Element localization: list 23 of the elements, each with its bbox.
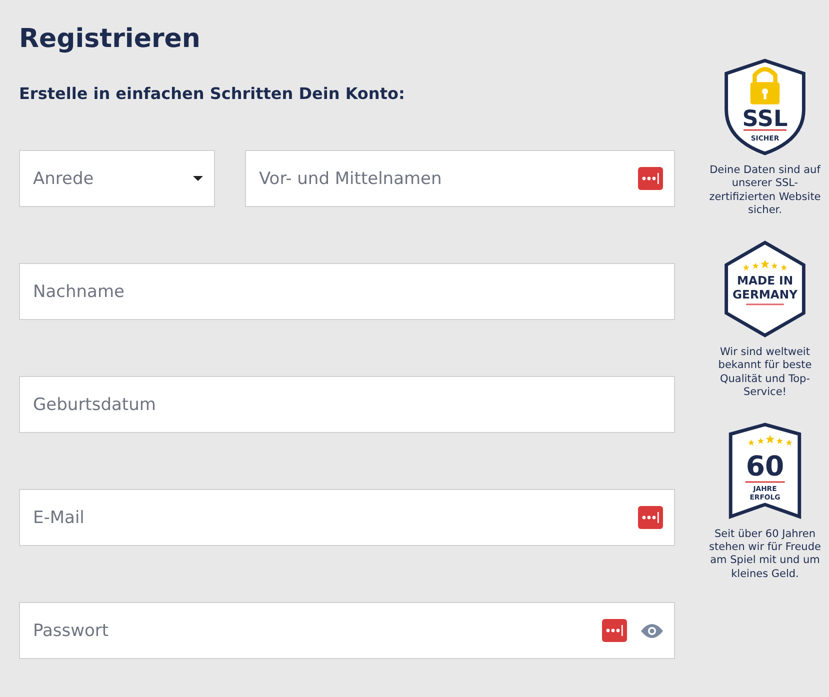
- subtitle: Erstelle in einfachen Schritten Dein Konto:: [19, 84, 406, 103]
- input-field[interactable]: Geburtsdatum: [19, 376, 675, 433]
- badge-caption: Seit über 60 Jahren stehen wir für Freude am Spiel mit und um kleines Geld.: [708, 528, 822, 582]
- caret-icon: [193, 176, 203, 181]
- input-field[interactable]: Passwort: [19, 602, 675, 659]
- eye-icon[interactable]: [641, 624, 663, 638]
- badge-label: GERMANY: [732, 287, 798, 302]
- badge-label: MADE IN: [736, 273, 794, 288]
- password-manager-icon[interactable]: [638, 167, 663, 190]
- badge-caption: Wir sind weltweit bekannt für beste Qualität und Top-Service!: [717, 346, 813, 400]
- page-title: Registrieren: [19, 24, 202, 54]
- input-field[interactable]: Vor- und Mittelnamen: [245, 150, 675, 207]
- password-manager-icon[interactable]: [602, 619, 627, 642]
- password-manager-icon[interactable]: [638, 506, 663, 529]
- stars-icon: [748, 434, 792, 446]
- salutation-dropdown[interactable]: Anrede: [19, 150, 215, 207]
- padlock-icon: [750, 67, 780, 104]
- stars-icon: [743, 260, 787, 270]
- badge-label: SSL: [742, 106, 788, 132]
- badge-caption: Deine Daten sind auf unserer SSL-zertifizierten Website sicher.: [708, 164, 822, 218]
- input-field[interactable]: Nachname: [19, 263, 675, 320]
- input-field[interactable]: E-Mail: [19, 489, 675, 546]
- badge-label: 60: [746, 450, 784, 482]
